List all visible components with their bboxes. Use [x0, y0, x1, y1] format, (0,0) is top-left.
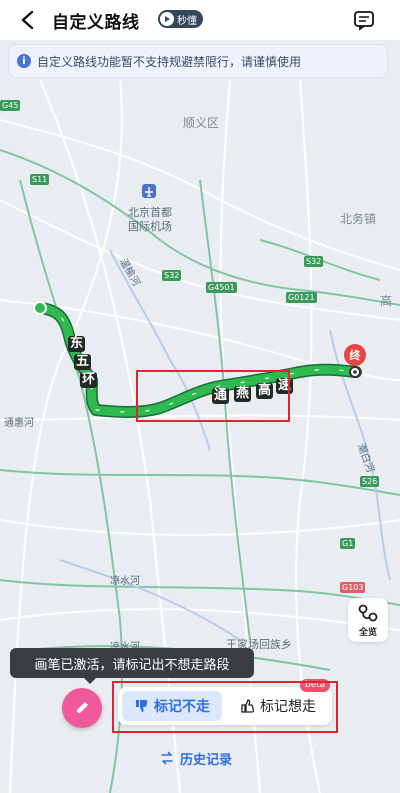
help-badge-label: 秒懂	[177, 15, 197, 27]
swap-icon	[161, 751, 173, 765]
route-overview-icon	[358, 604, 378, 621]
route-label-char: 东	[68, 336, 86, 352]
history-link[interactable]: 历史记录	[160, 748, 232, 768]
road-shield: S26	[360, 476, 380, 487]
map-label-gao: 高	[380, 294, 393, 308]
pen-tooltip: 画笔已激活，请标记出不想走路段	[10, 648, 254, 684]
map-label-tonghui: 通惠河	[4, 418, 34, 429]
route-label-char: 五	[74, 354, 92, 370]
route-start-marker	[33, 301, 47, 315]
road-shield: G0121	[286, 292, 317, 303]
map-label-shunyi: 顺义区	[183, 116, 220, 130]
overview-button[interactable]: 全览	[348, 598, 388, 642]
play-icon	[160, 12, 174, 26]
back-button[interactable]	[14, 6, 42, 34]
highlight-box-controls	[112, 681, 338, 733]
airport-icon	[142, 184, 156, 198]
map-label-airport-2: 国际机场	[128, 220, 172, 233]
road-shield: G103	[340, 582, 366, 593]
highlight-box-route	[136, 370, 290, 422]
history-label: 历史记录	[180, 752, 233, 768]
page-title: 自定义路线	[52, 13, 140, 33]
road-shield: S32	[304, 256, 324, 267]
overview-label: 全览	[358, 627, 377, 638]
info-icon: i	[17, 54, 31, 68]
pencil-icon	[76, 702, 88, 714]
map-label-beiwu: 北务镇	[340, 212, 377, 226]
road-shield: S11	[30, 174, 50, 185]
top-bar: 自定义路线 秒懂	[0, 0, 400, 40]
back-arrow-icon	[21, 11, 34, 29]
road-shield: G4501	[206, 282, 237, 293]
road-shield: G1	[340, 538, 356, 549]
route-label-char: 环	[80, 372, 98, 388]
message-icon	[354, 11, 374, 31]
feedback-button[interactable]	[352, 8, 376, 32]
road-shield: S32	[162, 270, 182, 281]
help-badge[interactable]: 秒懂	[158, 10, 203, 28]
road-shield: G45	[0, 100, 21, 111]
pen-button[interactable]	[62, 688, 102, 728]
restriction-notice: i 自定义路线功能暂不支持规避禁限行，请谨慎使用	[8, 44, 388, 78]
end-pin: 终	[344, 344, 366, 366]
map-label-liangshui: 凉水河	[110, 576, 140, 587]
notice-text: 自定义路线功能暂不支持规避禁限行，请谨慎使用	[37, 54, 302, 69]
